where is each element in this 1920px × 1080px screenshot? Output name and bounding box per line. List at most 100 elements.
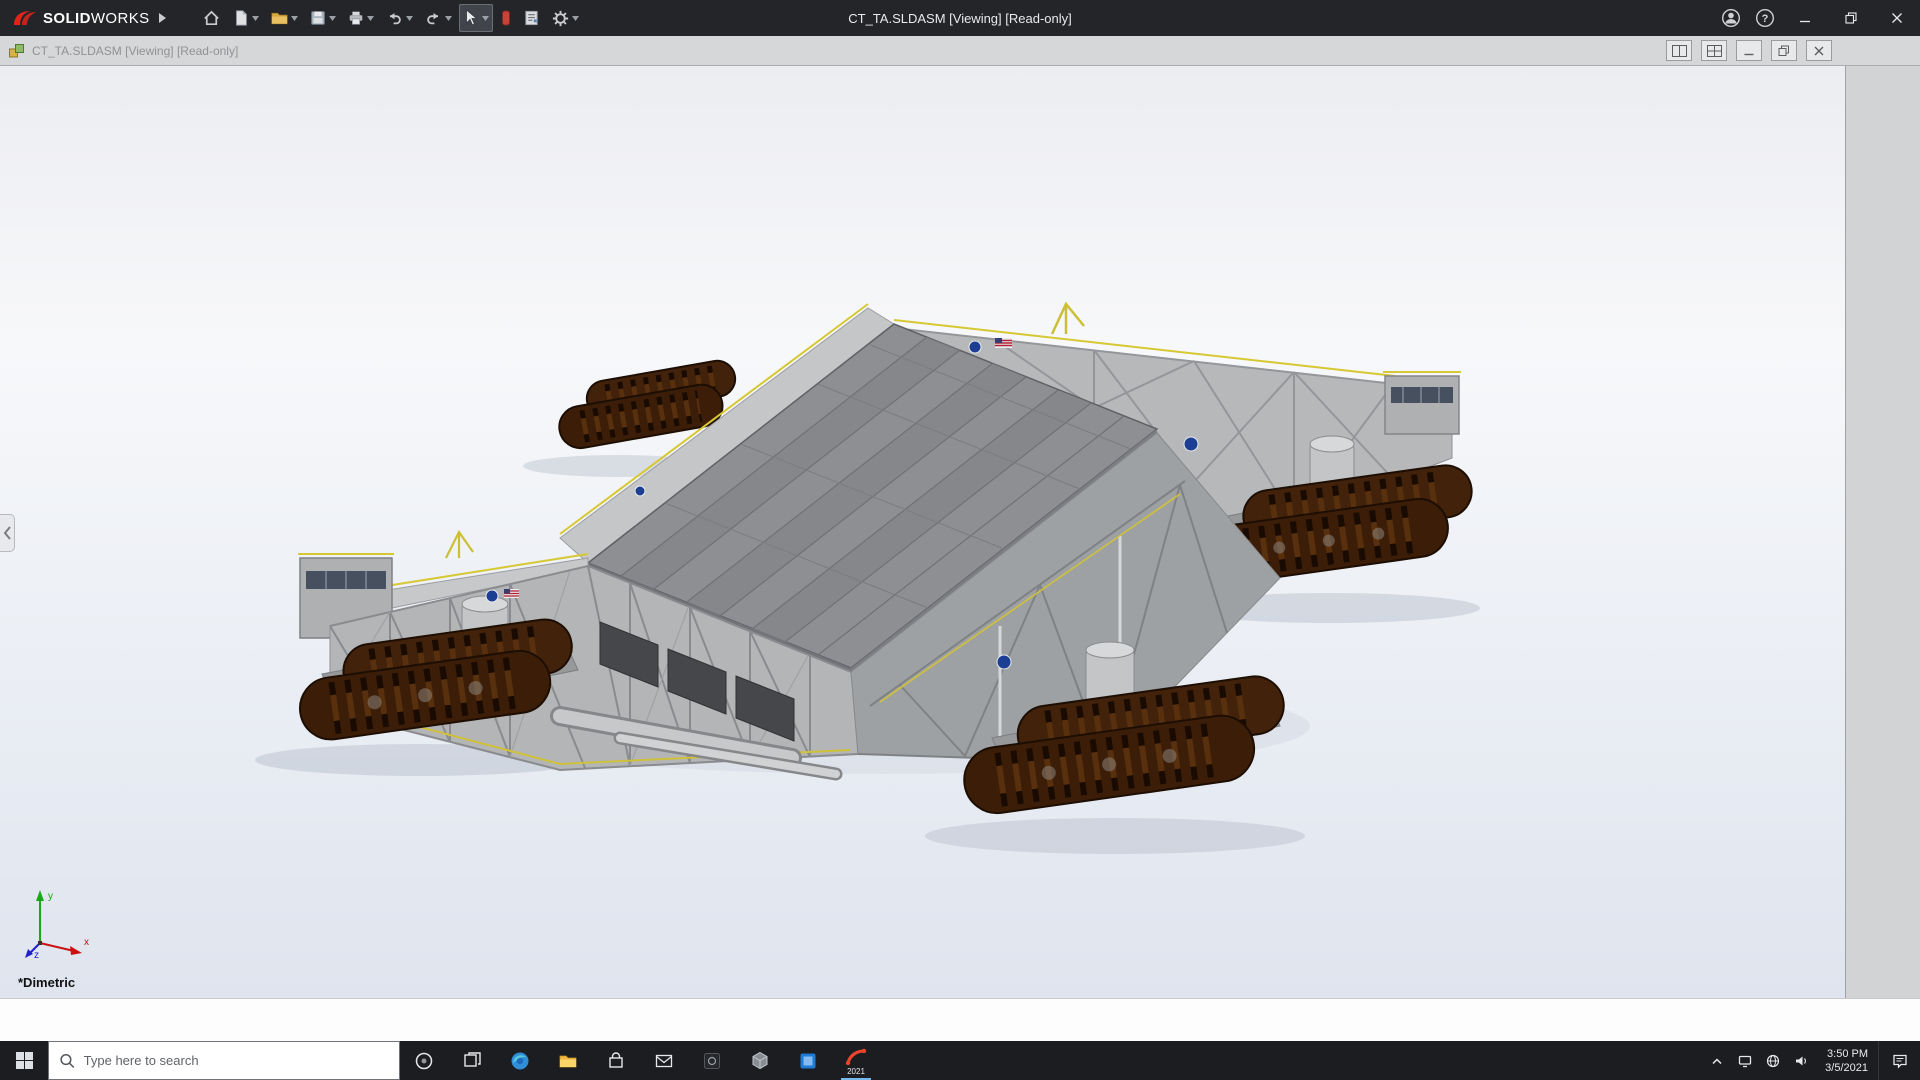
system-tray: 3:50 PM 3/5/2021 [1703,1041,1920,1080]
document-window-controls [1666,40,1832,61]
print-icon [347,9,365,27]
chevron-right-icon [159,13,166,23]
task-pane-collapsed-strip [1845,66,1920,998]
print-button[interactable] [343,4,378,32]
solidworks-app-button[interactable]: 2021 [832,1041,880,1080]
app-close-button[interactable] [1874,0,1920,36]
save-button[interactable] [305,4,340,32]
assembly-document-icon [8,43,25,59]
dropdown-caret-icon[interactable] [445,16,452,21]
document-restore-button[interactable] [1771,40,1797,61]
crawler-transporter-model[interactable] [0,66,1845,998]
document-minimize-button[interactable] [1736,40,1762,61]
search-input[interactable] [84,1053,389,1068]
document-window-title: CT_TA.SLDASM [Viewing] [Read-only] [32,44,238,58]
four-view-icon [1707,45,1722,57]
monitor-icon [1737,1053,1753,1069]
file-properties-icon [523,9,540,27]
dropdown-caret-icon[interactable] [482,16,489,21]
search-icon [59,1052,76,1070]
dropdown-caret-icon[interactable] [291,16,298,21]
account-button[interactable] [1714,0,1748,36]
redo-button[interactable] [420,4,456,32]
crane-mast [1052,304,1084,334]
ds-logo-icon [12,9,38,27]
photos-app-button[interactable] [688,1041,736,1080]
redo-icon [424,9,443,27]
viewport-four-view-button[interactable] [1701,40,1727,61]
undo-button[interactable] [381,4,417,32]
screen: SOLIDWORKS [0,0,1920,1080]
tray-volume-button[interactable] [1787,1053,1815,1069]
macro-record-button[interactable] [496,4,516,32]
help-icon: ? [1755,8,1775,28]
tray-network-button[interactable] [1759,1053,1787,1069]
task-view-button[interactable] [448,1041,496,1080]
tray-expand-button[interactable] [1703,1053,1731,1069]
cortana-icon [414,1051,434,1071]
file-explorer-button[interactable] [544,1041,592,1080]
start-button[interactable] [0,1041,48,1080]
clock-date: 3/5/2021 [1825,1061,1868,1075]
windows-logo-icon [15,1051,34,1070]
solidworks-logo: SOLIDWORKS [0,9,150,27]
app-restore-button[interactable] [1828,0,1874,36]
help-button[interactable]: ? [1748,0,1782,36]
file-properties-button[interactable] [519,4,544,32]
document-title: CT_TA.SLDASM [Viewing] [Read-only] [848,11,1072,26]
windows-taskbar: 2021 [0,1041,1920,1080]
cad-viewer-app-button[interactable] [736,1041,784,1080]
svg-text:z: z [34,950,39,959]
status-bar [0,998,1920,1041]
document-window-titlebar: CT_TA.SLDASM [Viewing] [Read-only] [0,36,1920,66]
open-button[interactable] [266,4,302,32]
document-window-left: CT_TA.SLDASM [Viewing] [Read-only] [0,43,238,59]
minimize-icon [1799,12,1811,24]
document-close-button[interactable] [1806,40,1832,61]
dropdown-caret-icon[interactable] [367,16,374,21]
dropdown-caret-icon[interactable] [252,16,259,21]
task-view-icon [463,1051,482,1070]
toolbar-expand-arrow[interactable] [154,4,172,32]
svg-text:2021: 2021 [847,1067,865,1076]
cortana-button[interactable] [400,1041,448,1080]
open-folder-icon [270,9,289,27]
action-center-button[interactable] [1878,1041,1920,1080]
microsoft-store-button[interactable] [592,1041,640,1080]
app-titlebar: SOLIDWORKS [0,0,1920,36]
dropdown-caret-icon[interactable] [572,16,579,21]
action-center-icon [1891,1052,1909,1070]
store-icon [606,1051,626,1071]
speaker-icon [1793,1053,1809,1069]
orientation-triad: y x z [24,883,96,964]
dropdown-caret-icon[interactable] [406,16,413,21]
svg-text:y: y [48,891,53,902]
tray-display-button[interactable] [1731,1053,1759,1069]
new-document-icon [232,9,250,27]
minimize-icon [1743,45,1755,57]
mail-button[interactable] [640,1041,688,1080]
solidworks-app-icon: 2021 [843,1046,869,1076]
titlebar-right-controls: ? [1714,0,1920,36]
clock-time: 3:50 PM [1825,1047,1868,1061]
nasa-meatball-decal [1184,437,1198,451]
new-document-button[interactable] [228,4,263,32]
taskbar-search[interactable] [48,1041,400,1080]
edge-button[interactable] [496,1041,544,1080]
taskbar-clock[interactable]: 3:50 PM 3/5/2021 [1815,1047,1878,1075]
graphics-area[interactable]: y x z *Dimetric [0,66,1845,998]
us-flag-decal [995,338,1012,348]
two-view-icon [1672,45,1687,57]
select-tool-button[interactable] [459,4,493,32]
dropdown-caret-icon[interactable] [329,16,336,21]
options-button[interactable] [547,4,583,32]
video-app-button[interactable] [784,1041,832,1080]
gear-icon [551,9,570,28]
viewport-two-view-button[interactable] [1666,40,1692,61]
home-button[interactable] [198,4,225,32]
account-icon [1721,8,1741,28]
panel-collapse-arrow[interactable] [0,514,15,552]
app-minimize-button[interactable] [1782,0,1828,36]
svg-text:?: ? [1762,13,1769,25]
close-icon [1891,12,1903,24]
